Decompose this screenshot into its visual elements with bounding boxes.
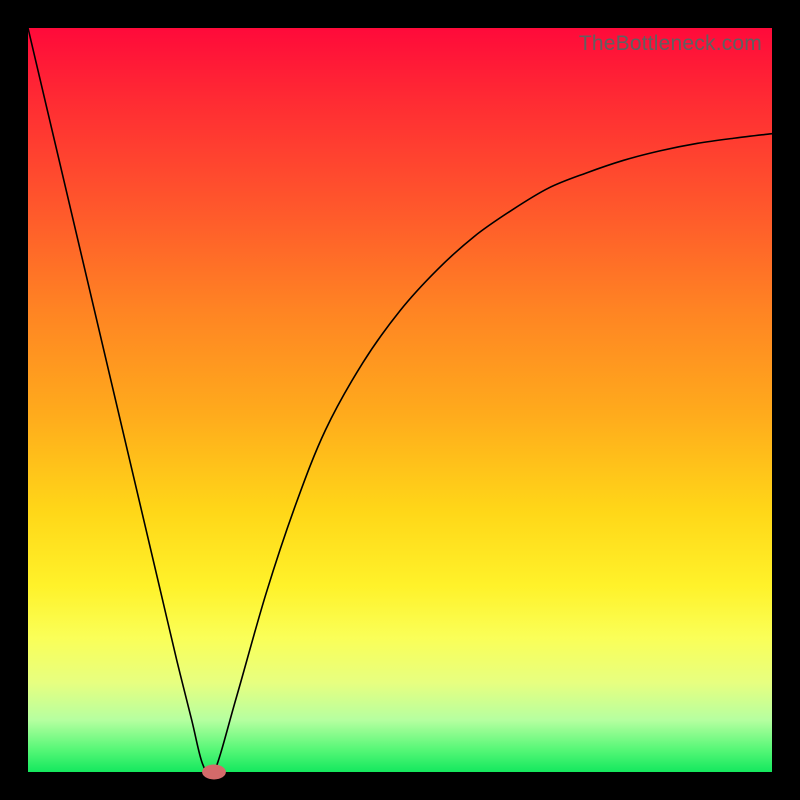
bottleneck-curve [28,28,772,777]
minimum-marker [202,765,226,780]
chart-frame: TheBottleneck.com [0,0,800,800]
curve-svg [28,28,772,772]
plot-area: TheBottleneck.com [28,28,772,772]
